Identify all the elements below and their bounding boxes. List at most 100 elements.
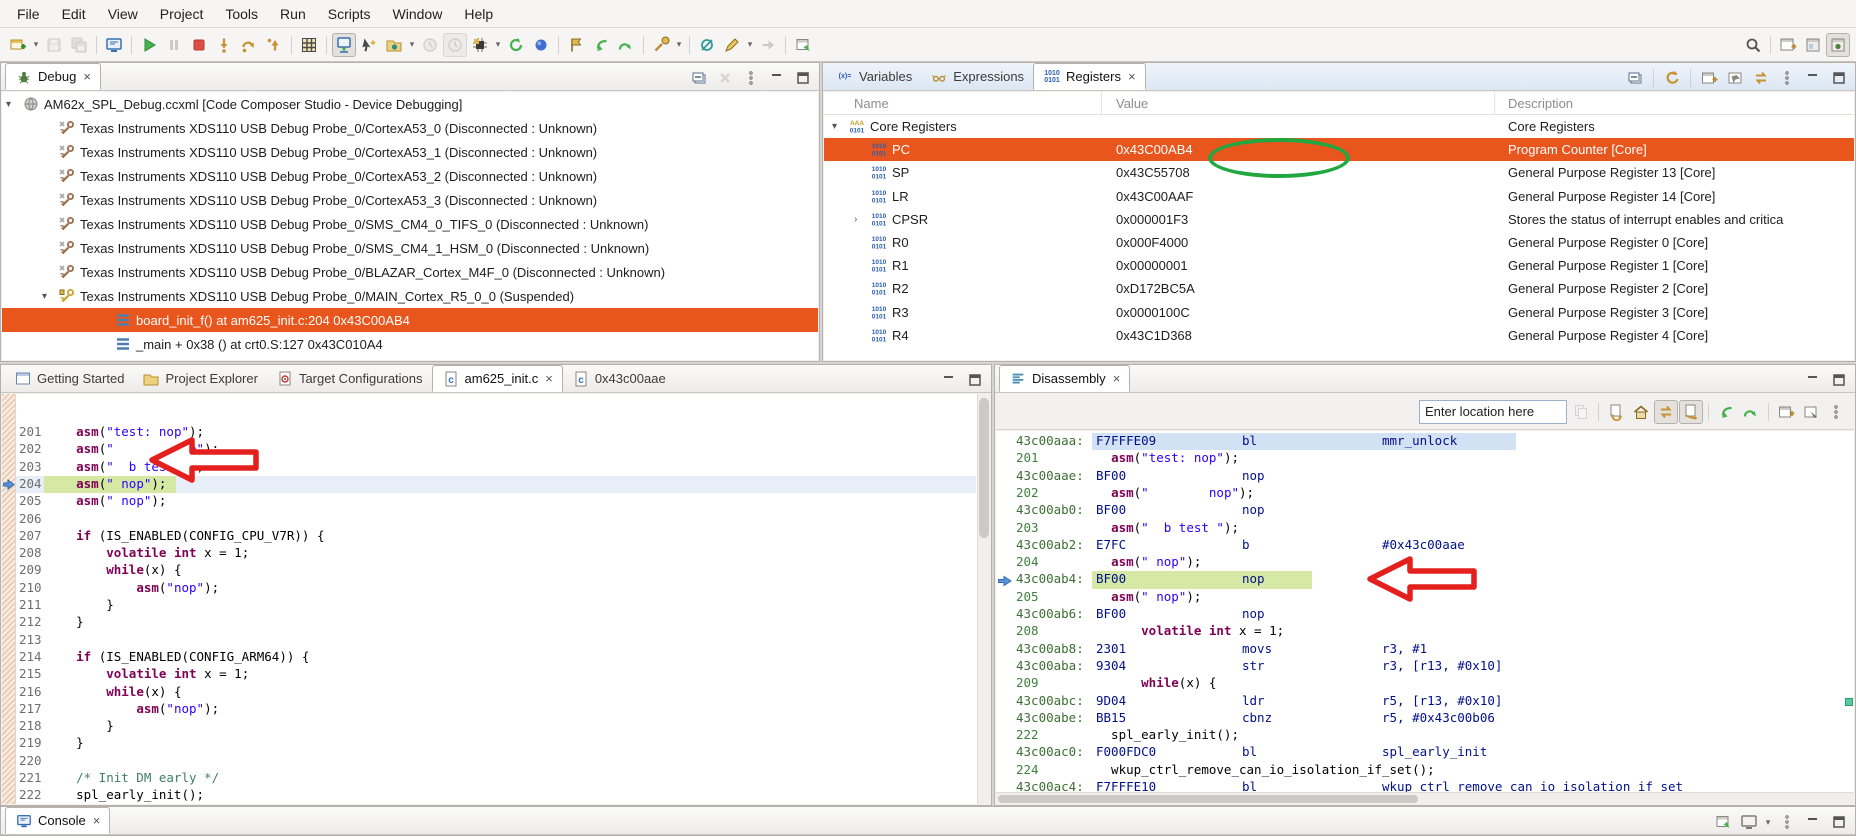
- code-line-215[interactable]: 215 volatile int x = 1;: [2, 666, 976, 683]
- editor-vertical-scrollbar[interactable]: [977, 394, 990, 804]
- save-icon[interactable]: [42, 33, 66, 57]
- disassembly-instruction-row[interactable]: 43c00ab0:BF00nop: [996, 502, 1854, 519]
- debug-tree-item[interactable]: ▾Texas Instruments XDS110 USB Debug Prob…: [2, 284, 818, 308]
- refresh-file-icon[interactable]: [1604, 400, 1628, 424]
- code-line-212[interactable]: 212 }: [2, 614, 976, 631]
- disassembly-source-row[interactable]: 204 asm(" nop");: [996, 554, 1854, 571]
- configure-window-icon[interactable]: [1799, 400, 1823, 424]
- pause-icon[interactable]: [162, 33, 186, 57]
- memory-grid-icon[interactable]: [297, 33, 321, 57]
- home-icon[interactable]: [1629, 400, 1653, 424]
- code-line-220[interactable]: 220: [2, 753, 976, 770]
- line-number[interactable]: 218: [19, 718, 42, 733]
- debug-perspective-icon[interactable]: [1826, 33, 1850, 57]
- menu-tools[interactable]: Tools: [214, 0, 269, 28]
- cpp-perspective-icon[interactable]: [1801, 33, 1825, 57]
- maximize-icon[interactable]: [1827, 810, 1851, 834]
- line-number[interactable]: 219: [19, 735, 42, 750]
- expand-arrow-icon[interactable]: ▾: [832, 121, 837, 132]
- line-number[interactable]: 202: [19, 441, 42, 456]
- code-line-217[interactable]: 217 asm("nop");: [2, 701, 976, 718]
- maximize-icon[interactable]: [1827, 368, 1851, 392]
- profile-clock-icon[interactable]: [418, 33, 442, 57]
- dropdown-chevron-icon[interactable]: ▾: [674, 39, 684, 50]
- debug-launch-icon[interactable]: [137, 33, 161, 57]
- line-number[interactable]: 221: [19, 770, 42, 785]
- code-line-211[interactable]: 211 }: [2, 597, 976, 614]
- dropdown-chevron-icon[interactable]: ▾: [407, 39, 417, 50]
- expand-arrow-icon[interactable]: ▾: [6, 99, 11, 110]
- remove-all-icon[interactable]: [713, 66, 737, 90]
- search-icon[interactable]: [1741, 33, 1765, 57]
- pen-gold-icon[interactable]: [720, 33, 744, 57]
- disassembly-instruction-row[interactable]: 43c00aba:9304strr3, [r13, #0x10]: [996, 658, 1854, 675]
- disassembly-instruction-row[interactable]: 43c00ab4:BF00nop: [996, 571, 1854, 588]
- disassembly-horizontal-scrollbar[interactable]: [996, 792, 1854, 804]
- sync-gold-icon[interactable]: [1749, 66, 1773, 90]
- tab-console[interactable]: Console ×: [5, 807, 110, 834]
- debug-tree-item[interactable]: Texas Instruments XDS110 USB Debug Probe…: [2, 236, 818, 260]
- minimize-icon[interactable]: [1801, 810, 1825, 834]
- disassembly-instruction-row[interactable]: 43c00ab8:2301movsr3, #1: [996, 641, 1854, 658]
- code-line-206[interactable]: 206: [2, 511, 976, 528]
- core-blue-icon[interactable]: [529, 33, 553, 57]
- debug-tree-item[interactable]: Texas Instruments XDS110 USB Debug Probe…: [2, 164, 818, 188]
- code-line-201[interactable]: 201 asm("test: nop");: [2, 424, 976, 441]
- close-tab-icon[interactable]: ×: [83, 69, 91, 84]
- menu-file[interactable]: File: [6, 0, 51, 28]
- dropdown-chevron-icon[interactable]: ▾: [31, 39, 41, 50]
- step-green-icon[interactable]: [1739, 400, 1763, 424]
- pointer-sparkle-icon[interactable]: [357, 33, 381, 57]
- line-number[interactable]: 209: [19, 562, 42, 577]
- menu-window[interactable]: Window: [382, 0, 454, 28]
- minimize-icon[interactable]: [937, 368, 961, 392]
- disassembly-instruction-row[interactable]: 43c00ab2:E7FCb#0x43c00aae: [996, 537, 1854, 554]
- null-teal-icon[interactable]: [695, 33, 719, 57]
- menu-view[interactable]: View: [97, 0, 149, 28]
- column-name[interactable]: Name: [854, 96, 889, 111]
- code-line-210[interactable]: 210 asm("nop");: [2, 580, 976, 597]
- open-perspective-icon[interactable]: [1776, 33, 1800, 57]
- disassembly-instruction-row[interactable]: 43c00abc:9D04ldrr5, [r13, #0x10]: [996, 693, 1854, 710]
- view-menu-icon[interactable]: [1775, 810, 1799, 834]
- code-line-214[interactable]: 214 if (IS_ENABLED(CONFIG_ARM64)) {: [2, 649, 976, 666]
- sync-gold-icon[interactable]: [1654, 400, 1678, 424]
- disassembly-source-row[interactable]: 222 spl_early_init();: [996, 727, 1854, 744]
- dropdown-chevron-icon[interactable]: ▾: [745, 39, 755, 50]
- debug-tree-item[interactable]: Texas Instruments XDS110 USB Debug Probe…: [2, 140, 818, 164]
- line-number[interactable]: 205: [19, 493, 42, 508]
- line-number[interactable]: 213: [19, 632, 42, 647]
- line-number[interactable]: 217: [19, 701, 42, 716]
- minimize-icon[interactable]: [1801, 368, 1825, 392]
- disassembly-source-row[interactable]: 208 volatile int x = 1;: [996, 623, 1854, 640]
- flag-gold-icon[interactable]: [564, 33, 588, 57]
- minimize-icon[interactable]: [765, 66, 789, 90]
- collapse-all-icon[interactable]: [687, 66, 711, 90]
- scrollbar-thumb[interactable]: [998, 795, 1418, 803]
- menu-scripts[interactable]: Scripts: [317, 0, 382, 28]
- register-row-core-registers[interactable]: ▾AAA0101Core RegistersCore Registers: [824, 115, 1854, 138]
- close-tab-icon[interactable]: ×: [545, 371, 553, 386]
- debug-tree-item[interactable]: Texas Instruments XDS110 USB Debug Probe…: [2, 260, 818, 284]
- register-row-pc[interactable]: 10100101PC0x43C00AB4Program Counter [Cor…: [824, 138, 1854, 161]
- location-input[interactable]: [1419, 400, 1567, 424]
- register-row-r1[interactable]: 10100101R10x00000001General Purpose Regi…: [824, 254, 1854, 277]
- code-line-207[interactable]: 207 if (IS_ENABLED(CONFIG_CPU_V7R)) {: [2, 528, 976, 545]
- resume-green-icon[interactable]: [1714, 400, 1738, 424]
- maximize-icon[interactable]: [791, 66, 815, 90]
- line-number[interactable]: 210: [19, 580, 42, 595]
- step-return-icon[interactable]: [262, 33, 286, 57]
- disassembly-source-row[interactable]: 202 asm(" nop");: [996, 485, 1854, 502]
- code-line-222[interactable]: 222 spl_early_init();: [2, 787, 976, 804]
- close-tab-icon[interactable]: ×: [1128, 69, 1136, 84]
- line-number[interactable]: 201: [19, 424, 42, 439]
- resume-green-icon[interactable]: [589, 33, 613, 57]
- code-line-208[interactable]: 208 volatile int x = 1;: [2, 545, 976, 562]
- disassembly-source-row[interactable]: 205 asm(" nop");: [996, 589, 1854, 606]
- maximize-icon[interactable]: [963, 368, 987, 392]
- tab-debug[interactable]: Debug ×: [5, 63, 101, 90]
- line-number[interactable]: 212: [19, 614, 42, 629]
- menu-help[interactable]: Help: [453, 0, 504, 28]
- code-line-213[interactable]: 213: [2, 632, 976, 649]
- close-tab-icon[interactable]: ×: [1113, 371, 1121, 386]
